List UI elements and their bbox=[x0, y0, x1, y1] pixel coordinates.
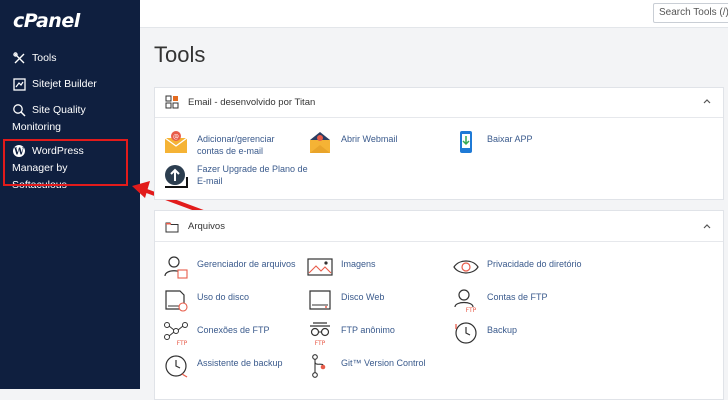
svg-text:FTP: FTP bbox=[177, 340, 188, 346]
tool-download-app[interactable]: Baixar APP bbox=[453, 129, 583, 155]
tool-file-manager[interactable]: Gerenciador de arquivos bbox=[163, 254, 296, 280]
page-title: Tools bbox=[154, 42, 206, 67]
tool-backup-wizard[interactable]: Assistente de backup bbox=[163, 353, 283, 379]
tools-icon bbox=[12, 51, 26, 65]
search-input[interactable]: Search Tools (/) bbox=[653, 3, 728, 23]
ftp-accounts-icon: FTP bbox=[454, 289, 477, 313]
sidebar-item-label: Sitejet Builder bbox=[32, 78, 97, 90]
git-icon bbox=[312, 354, 326, 378]
mobile-app-icon bbox=[460, 131, 472, 153]
backup-wizard-icon bbox=[165, 355, 188, 378]
cpanel-logo[interactable]: cPanel bbox=[13, 10, 80, 32]
sidebar-item-sitejet[interactable]: Sitejet Builder bbox=[12, 76, 97, 93]
tool-ftp-connections[interactable]: FTP Conexões de FTP bbox=[163, 320, 270, 346]
images-icon bbox=[307, 258, 333, 276]
sidebar-item-label: Site Quality Monitoring bbox=[12, 104, 86, 133]
upgrade-icon bbox=[165, 165, 188, 188]
top-bar: Search Tools (/) bbox=[140, 0, 728, 28]
svg-text:@: @ bbox=[173, 134, 179, 141]
highlight-box bbox=[3, 139, 128, 186]
chevron-up-icon[interactable] bbox=[703, 97, 711, 105]
sidebar: cPanel Tools Sitejet Builder Site Qualit… bbox=[0, 0, 140, 389]
folder-icon bbox=[165, 222, 179, 233]
file-manager-icon bbox=[164, 256, 188, 279]
tool-git-version-control[interactable]: Git™ Version Control bbox=[307, 353, 426, 379]
panel-header[interactable]: Email - desenvolvido por Titan bbox=[155, 88, 723, 118]
tool-email-accounts[interactable]: @ Adicionar/gerenciar contas de e-mail bbox=[163, 129, 303, 157]
sitejet-icon bbox=[12, 77, 26, 91]
panel-title: Arquivos bbox=[188, 221, 225, 232]
tool-upgrade-email-plan[interactable]: Fazer Upgrade de Plano de E-mail bbox=[163, 163, 313, 189]
tool-anonymous-ftp[interactable]: FTP FTP anônimo bbox=[307, 320, 395, 346]
email-grid-icon bbox=[165, 95, 179, 109]
panel-header[interactable]: Arquivos bbox=[155, 211, 723, 242]
tool-disk-usage[interactable]: Uso do disco bbox=[163, 287, 249, 313]
disk-usage-icon bbox=[165, 290, 188, 312]
ftp-connections-icon: FTP bbox=[164, 322, 188, 346]
tool-images[interactable]: Imagens bbox=[307, 254, 376, 280]
svg-text:FTP: FTP bbox=[315, 340, 326, 346]
files-panel: Arquivos Gerenciador de arquivos Imagens… bbox=[154, 210, 724, 400]
chevron-up-icon[interactable] bbox=[703, 222, 711, 230]
sidebar-item-tools[interactable]: Tools bbox=[12, 50, 57, 67]
panel-title: Email - desenvolvido por Titan bbox=[188, 97, 316, 108]
anonymous-ftp-icon: FTP bbox=[310, 322, 330, 346]
webmail-icon bbox=[310, 132, 330, 153]
sidebar-item-site-quality[interactable]: Site Quality Monitoring bbox=[12, 102, 122, 136]
email-accounts-icon: @ bbox=[164, 131, 188, 153]
tool-web-disk[interactable]: Disco Web bbox=[307, 287, 384, 313]
tool-backup[interactable]: Backup bbox=[453, 320, 517, 346]
email-panel: Email - desenvolvido por Titan @ Adicion… bbox=[154, 87, 724, 200]
tool-ftp-accounts[interactable]: FTP Contas de FTP bbox=[453, 287, 548, 313]
tool-directory-privacy[interactable]: Privacidade do diretório bbox=[453, 254, 582, 280]
svg-text:FTP: FTP bbox=[466, 307, 477, 313]
tool-webmail[interactable]: Abrir Webmail bbox=[307, 129, 437, 155]
sidebar-item-label: Tools bbox=[32, 52, 57, 64]
backup-icon bbox=[455, 322, 477, 344]
directory-privacy-icon bbox=[453, 260, 479, 274]
web-disk-icon bbox=[309, 290, 331, 310]
